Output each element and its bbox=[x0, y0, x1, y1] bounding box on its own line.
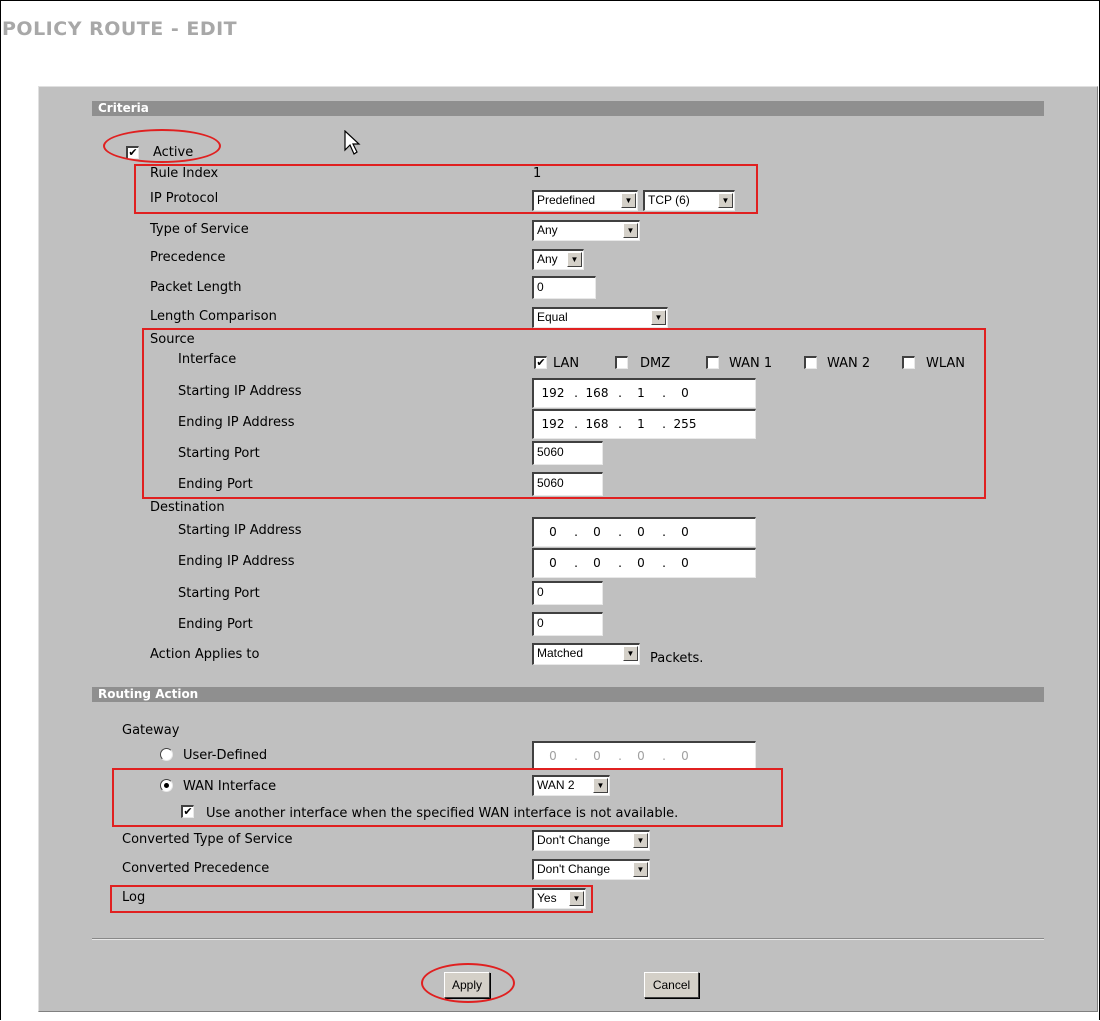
log-select[interactable]: Yes ▼ bbox=[532, 888, 586, 909]
user-defined-radio[interactable] bbox=[160, 748, 173, 761]
length-comparison-select[interactable]: Equal ▼ bbox=[532, 307, 668, 328]
checkmark-icon: ✔ bbox=[128, 146, 138, 159]
source-label: Source bbox=[150, 332, 195, 347]
form-divider bbox=[92, 938, 1044, 940]
destination-end-ip-input[interactable]: 0. 0. 0. 0 bbox=[532, 548, 756, 578]
cancel-button[interactable]: Cancel bbox=[644, 972, 699, 998]
source-start-port-label: Starting Port bbox=[178, 446, 260, 461]
mouse-pointer-icon bbox=[344, 130, 361, 155]
source-end-ip-label: Ending IP Address bbox=[178, 415, 295, 430]
user-defined-label: User-Defined bbox=[183, 748, 268, 763]
dropdown-arrow-icon[interactable]: ▼ bbox=[651, 310, 666, 325]
rule-index-value: 1 bbox=[533, 166, 542, 181]
source-interface-lan-checkbox[interactable]: ✔ bbox=[534, 356, 547, 369]
log-label: Log bbox=[122, 890, 146, 905]
source-interface-wan1-checkbox[interactable] bbox=[706, 356, 719, 369]
source-interface-lan-label: LAN bbox=[553, 356, 580, 371]
ip-protocol-mode-select[interactable]: Predefined ▼ bbox=[532, 190, 638, 211]
source-interface-wan1-label: WAN 1 bbox=[729, 356, 773, 371]
fallback-interface-label: Use another interface when the specified… bbox=[206, 806, 679, 821]
source-start-ip-input[interactable]: 192. 168. 1. 0 bbox=[532, 378, 756, 408]
source-interface-wlan-label: WLAN bbox=[926, 356, 966, 371]
dropdown-arrow-icon[interactable]: ▼ bbox=[623, 646, 638, 661]
source-end-ip-input[interactable]: 192. 168. 1. 255 bbox=[532, 409, 756, 439]
routing-action-section-header: Routing Action bbox=[92, 687, 1044, 702]
converted-precedence-select[interactable]: Don't Change ▼ bbox=[532, 859, 650, 880]
active-checkbox[interactable]: ✔ bbox=[126, 146, 139, 159]
wan-interface-radio[interactable] bbox=[160, 779, 173, 792]
source-end-port-label: Ending Port bbox=[178, 477, 253, 492]
length-comparison-label: Length Comparison bbox=[150, 309, 277, 324]
ip-protocol-label: IP Protocol bbox=[150, 191, 219, 206]
gateway-label: Gateway bbox=[122, 723, 180, 738]
source-interface-dmz-checkbox[interactable] bbox=[615, 356, 628, 369]
converted-precedence-label: Converted Precedence bbox=[122, 861, 270, 876]
dropdown-arrow-icon[interactable]: ▼ bbox=[569, 891, 584, 906]
dropdown-arrow-icon[interactable]: ▼ bbox=[633, 862, 648, 877]
wan-interface-select[interactable]: WAN 2 ▼ bbox=[532, 775, 610, 796]
ip-protocol-select[interactable]: TCP (6) ▼ bbox=[643, 190, 735, 211]
checkmark-icon: ✔ bbox=[536, 356, 546, 369]
converted-tos-select[interactable]: Don't Change ▼ bbox=[532, 830, 650, 851]
type-of-service-select[interactable]: Any ▼ bbox=[532, 220, 640, 241]
source-start-ip-label: Starting IP Address bbox=[178, 384, 302, 399]
destination-end-port-input[interactable]: 0 bbox=[532, 612, 603, 636]
source-interface-wan2-checkbox[interactable] bbox=[804, 356, 817, 369]
source-interface-dmz-label: DMZ bbox=[640, 356, 671, 371]
destination-start-ip-input[interactable]: 0. 0. 0. 0 bbox=[532, 517, 756, 547]
destination-end-ip-label: Ending IP Address bbox=[178, 554, 295, 569]
action-applies-select[interactable]: Matched ▼ bbox=[532, 643, 640, 665]
action-applies-suffix: Packets. bbox=[650, 651, 704, 666]
destination-start-ip-label: Starting IP Address bbox=[178, 523, 302, 538]
wan-interface-label: WAN Interface bbox=[183, 779, 277, 794]
dropdown-arrow-icon[interactable]: ▼ bbox=[593, 778, 608, 793]
converted-tos-label: Converted Type of Service bbox=[122, 832, 293, 847]
source-interface-label: Interface bbox=[178, 352, 237, 367]
precedence-select[interactable]: Any ▼ bbox=[532, 249, 584, 270]
destination-end-port-label: Ending Port bbox=[178, 617, 253, 632]
packet-length-input[interactable]: 0 bbox=[532, 276, 596, 299]
dropdown-arrow-icon[interactable]: ▼ bbox=[623, 223, 638, 238]
source-start-port-input[interactable]: 5060 bbox=[532, 441, 603, 465]
user-defined-ip-input[interactable]: 0. 0. 0. 0 bbox=[532, 741, 756, 769]
packet-length-label: Packet Length bbox=[150, 280, 242, 295]
destination-label: Destination bbox=[150, 500, 225, 515]
dropdown-arrow-icon[interactable]: ▼ bbox=[633, 833, 648, 848]
checkmark-icon: ✔ bbox=[183, 805, 193, 818]
page-title: POLICY ROUTE - EDIT bbox=[2, 18, 238, 40]
rule-index-label: Rule Index bbox=[150, 166, 219, 181]
active-label: Active bbox=[153, 145, 194, 160]
type-of-service-label: Type of Service bbox=[150, 222, 249, 237]
dropdown-arrow-icon[interactable]: ▼ bbox=[567, 252, 582, 267]
apply-button[interactable]: Apply bbox=[444, 972, 490, 998]
destination-start-port-label: Starting Port bbox=[178, 586, 260, 601]
precedence-label: Precedence bbox=[150, 250, 226, 265]
source-interface-wan2-label: WAN 2 bbox=[827, 356, 871, 371]
dropdown-arrow-icon[interactable]: ▼ bbox=[621, 193, 636, 208]
action-applies-label: Action Applies to bbox=[150, 647, 260, 662]
source-end-port-input[interactable]: 5060 bbox=[532, 472, 603, 496]
dropdown-arrow-icon[interactable]: ▼ bbox=[718, 193, 733, 208]
source-interface-wlan-checkbox[interactable] bbox=[902, 356, 915, 369]
destination-start-port-input[interactable]: 0 bbox=[532, 581, 603, 605]
criteria-section-header: Criteria bbox=[92, 101, 1044, 116]
fallback-interface-checkbox[interactable]: ✔ bbox=[181, 805, 194, 818]
